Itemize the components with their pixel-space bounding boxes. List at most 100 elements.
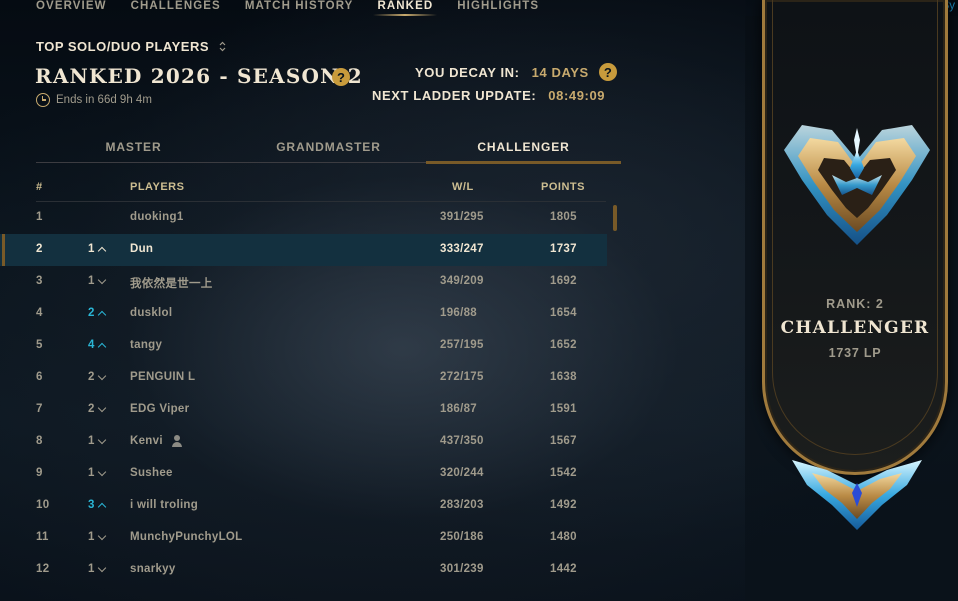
row-rank: 1 bbox=[36, 211, 43, 223]
season-end-timer: Ends in 66d 9h 4m bbox=[36, 93, 152, 107]
tab-highlights[interactable]: HIGHLIGHTS bbox=[457, 0, 539, 16]
player-name[interactable]: PENGUIN L bbox=[130, 371, 195, 383]
player-name[interactable]: EDG Viper bbox=[130, 403, 189, 415]
rank-change: 2 bbox=[88, 403, 106, 415]
season-end-text: Ends in 66d 9h 4m bbox=[56, 94, 152, 106]
friend-icon bbox=[171, 435, 183, 447]
tier-tab-master[interactable]: MASTER bbox=[36, 131, 231, 162]
player-name[interactable]: MunchyPunchyLOL bbox=[130, 531, 242, 543]
row-wl: 320/244 bbox=[440, 467, 484, 479]
row-rank: 8 bbox=[36, 435, 43, 447]
arrow-down-icon bbox=[97, 371, 106, 381]
rank-change: 1 bbox=[88, 435, 106, 447]
season-help-icon[interactable]: ? bbox=[332, 68, 350, 86]
rank-change-value: 1 bbox=[88, 563, 95, 575]
row-player: Kenvi bbox=[130, 435, 183, 447]
rank-change: 1 bbox=[88, 467, 106, 479]
row-wl: 250/186 bbox=[440, 531, 484, 543]
season-title: RANKED 2026 - SEASON 2 bbox=[35, 64, 363, 88]
top-nav: OVERVIEW CHALLENGES MATCH HISTORY RANKED… bbox=[36, 0, 563, 16]
table-row[interactable]: 9 1 Sushee 320/244 1542 bbox=[0, 458, 607, 490]
player-name[interactable]: tangy bbox=[130, 339, 162, 351]
row-points: 1654 bbox=[550, 307, 577, 319]
table-row[interactable]: 11 1 MunchyPunchyLOL 250/186 1480 bbox=[0, 522, 607, 554]
tab-overview[interactable]: OVERVIEW bbox=[36, 0, 107, 16]
table-row[interactable]: 12 1 snarkyy 301/239 1442 bbox=[0, 554, 607, 586]
table-row[interactable]: 5 4 tangy 257/195 1652 bbox=[0, 330, 607, 362]
updown-chevron-icon bbox=[219, 41, 226, 52]
rank-lp: 1737 LP bbox=[828, 346, 882, 360]
challenger-crest-icon bbox=[784, 125, 930, 245]
row-player: duoking1 bbox=[130, 211, 184, 223]
row-points: 1480 bbox=[550, 531, 577, 543]
arrow-down-icon bbox=[97, 531, 106, 541]
player-name[interactable]: i will troling bbox=[130, 499, 198, 511]
row-wl: 257/195 bbox=[440, 339, 484, 351]
row-player: Dun bbox=[130, 243, 153, 255]
rank-change-value: 4 bbox=[88, 339, 95, 351]
row-player: MunchyPunchyLOL bbox=[130, 531, 242, 543]
arrow-down-icon bbox=[97, 403, 106, 413]
row-rank: 4 bbox=[36, 307, 43, 319]
tier-tab-challenger[interactable]: CHALLENGER bbox=[426, 131, 621, 164]
decay-info: YOU DECAY IN: 14 DAYS ? bbox=[415, 63, 617, 81]
table-row[interactable]: 4 2 dusklol 196/88 1654 bbox=[0, 298, 607, 330]
table-row[interactable]: 8 1 Kenvi 437/350 1567 bbox=[0, 426, 607, 458]
column-header-rank: # bbox=[36, 181, 43, 193]
arrow-down-icon bbox=[97, 275, 106, 285]
ladder-update-info: NEXT LADDER UPDATE: 08:49:09 bbox=[372, 88, 605, 103]
decay-help-icon[interactable]: ? bbox=[598, 63, 617, 81]
rank-change: 1 bbox=[88, 243, 106, 256]
row-wl: 186/87 bbox=[440, 403, 477, 415]
player-name[interactable]: Dun bbox=[130, 243, 153, 255]
leaderboard-scrollbar[interactable] bbox=[613, 205, 617, 231]
tab-match-history[interactable]: MATCH HISTORY bbox=[245, 0, 354, 16]
row-rank: 2 bbox=[36, 243, 43, 255]
rank-change: 1 bbox=[88, 563, 106, 575]
rank-change-value: 1 bbox=[88, 243, 95, 255]
row-rank: 7 bbox=[36, 403, 43, 415]
player-name[interactable]: Kenvi bbox=[130, 435, 163, 447]
rank-change: 2 bbox=[88, 307, 106, 320]
row-player: EDG Viper bbox=[130, 403, 189, 415]
table-row[interactable]: 10 3 i will troling 283/203 1492 bbox=[0, 490, 607, 522]
row-player: i will troling bbox=[130, 499, 198, 511]
tier-tab-grandmaster[interactable]: GRANDMASTER bbox=[231, 131, 426, 162]
crest-wings-icon bbox=[792, 460, 922, 530]
player-name[interactable]: snarkyy bbox=[130, 563, 176, 575]
rank-change-value: 2 bbox=[88, 403, 95, 415]
tab-ranked[interactable]: RANKED bbox=[373, 0, 438, 16]
table-row[interactable]: 7 2 EDG Viper 186/87 1591 bbox=[0, 394, 607, 426]
player-name[interactable]: Sushee bbox=[130, 467, 173, 479]
player-name[interactable]: duoking1 bbox=[130, 211, 184, 223]
row-wl: 349/209 bbox=[440, 275, 484, 287]
queue-select-label: TOP SOLO/DUO PLAYERS bbox=[36, 39, 210, 54]
rank-change: 1 bbox=[88, 531, 106, 543]
rank-card: RANK: 2 CHALLENGER 1737 LP bbox=[752, 0, 958, 601]
queue-select-dropdown[interactable]: TOP SOLO/DUO PLAYERS bbox=[36, 39, 226, 54]
table-row[interactable]: 3 1 我依然是世一上 349/209 1692 bbox=[0, 266, 607, 298]
table-row[interactable]: 1 duoking1 391/295 1805 bbox=[0, 202, 607, 234]
row-rank: 12 bbox=[36, 563, 50, 575]
column-header-wl: W/L bbox=[452, 181, 474, 193]
table-row[interactable]: 6 2 PENGUIN L 272/175 1638 bbox=[0, 362, 607, 394]
row-player: 我依然是世一上 bbox=[130, 275, 213, 291]
player-name[interactable]: 我依然是世一上 bbox=[130, 275, 213, 291]
arrow-up-icon bbox=[97, 342, 106, 352]
table-row[interactable]: 2 1 Dun 333/247 1737 bbox=[0, 234, 607, 266]
ladder-update-label: NEXT LADDER UPDATE: bbox=[372, 88, 537, 103]
tier-tabs: MASTER GRANDMASTER CHALLENGER bbox=[36, 131, 621, 164]
rank-change-value: 3 bbox=[88, 499, 95, 511]
rank-change: 4 bbox=[88, 339, 106, 352]
row-rank: 11 bbox=[36, 531, 49, 543]
row-wl: 283/203 bbox=[440, 499, 484, 511]
decay-value: 14 DAYS bbox=[531, 64, 589, 80]
rank-position: RANK: 2 bbox=[826, 297, 884, 311]
player-name[interactable]: dusklol bbox=[130, 307, 172, 319]
row-player: PENGUIN L bbox=[130, 371, 195, 383]
rank-change-value: 1 bbox=[88, 435, 95, 447]
row-points: 1692 bbox=[550, 275, 577, 287]
row-points: 1567 bbox=[550, 435, 577, 447]
tab-challenges[interactable]: CHALLENGES bbox=[131, 0, 221, 16]
row-points: 1542 bbox=[550, 467, 577, 479]
